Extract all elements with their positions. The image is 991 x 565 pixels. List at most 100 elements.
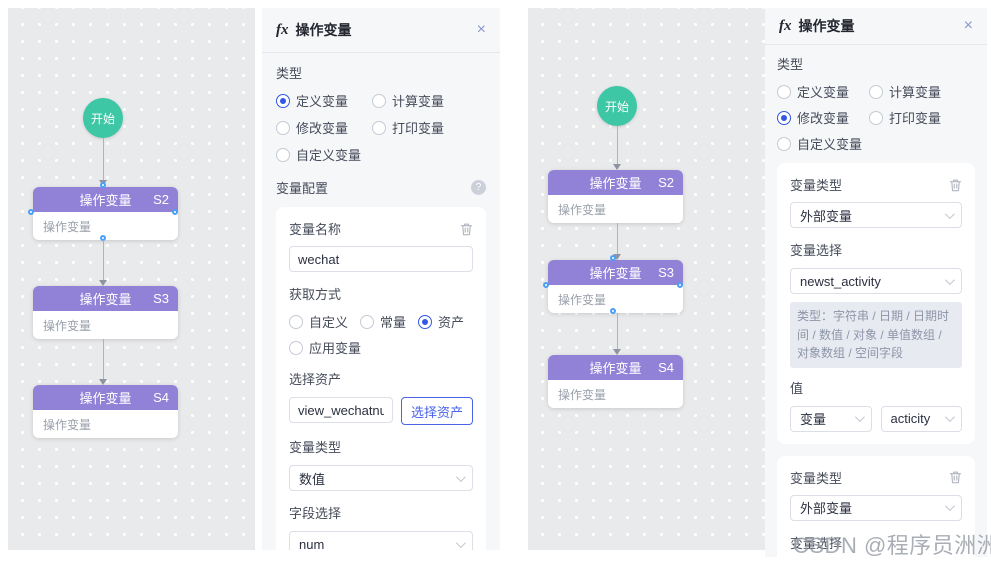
vartype-label: 变量类型 [289,437,473,456]
flow-node-subtitle: 操作变量 [33,311,178,339]
port-bottom[interactable] [610,308,616,314]
csdn-watermark: CSDN @程序员洲洲 [793,528,991,560]
fx-icon: fx [276,22,289,39]
type-radio-group: 定义变量 计算变量 修改变量 打印变量 自定义变量 [276,91,486,164]
variable-name-input[interactable] [289,246,473,272]
radio-label: 打印变量 [889,108,941,127]
radio-icon [777,111,791,125]
radio-label: 定义变量 [296,91,348,110]
flow-node-s4[interactable]: 操作变量 S4 操作变量 [33,385,178,438]
vartype-select[interactable]: 外部变量 [790,495,962,521]
radio-label: 自定义变量 [296,145,361,164]
port-left[interactable] [543,282,549,288]
radio-print-variable[interactable]: 打印变量 [372,118,486,137]
radio-asset[interactable]: 资产 [418,312,464,331]
flow-node-s2[interactable]: 操作变量 S2 操作变量 [548,170,683,223]
section-label: 变量配置 [276,178,328,197]
flow-edge [617,223,618,254]
radio-icon [289,315,303,329]
radio-icon [289,341,303,355]
flow-edge [103,339,104,379]
flow-node-tag: S3 [153,286,169,311]
radio-custom-variable[interactable]: 自定义变量 [777,134,869,153]
flow-node-header: 操作变量 S3 [548,260,683,285]
help-icon[interactable]: ? [471,180,486,195]
start-node[interactable]: 开始 [83,98,123,138]
flow-node-tag: S2 [658,170,674,195]
flow-node-tag: S4 [658,355,674,380]
flow-node-header: 操作变量 S2 [33,187,178,212]
radio-icon [869,111,883,125]
radio-app-variable[interactable]: 应用变量 [289,338,473,357]
start-node-label: 开始 [91,110,115,127]
value-kind-select[interactable]: 变量 [790,406,872,432]
port-right[interactable] [172,209,178,215]
radio-custom[interactable]: 自定义 [289,312,348,331]
radio-icon [276,148,290,162]
select-asset-button[interactable]: 选择资产 [401,397,473,425]
variable-config-card: 变量名称 获取方式 自定义 [276,207,486,550]
trash-icon[interactable] [949,178,962,192]
select-value: newst_activity [800,274,945,289]
radio-modify-variable[interactable]: 修改变量 [276,118,372,137]
asset-input[interactable] [289,397,393,423]
chevron-down-icon [456,472,466,482]
flow-canvas-right[interactable]: 开始 操作变量 S2 操作变量 操作变量 S3 操作变量 [528,8,765,550]
close-icon[interactable]: × [964,18,973,34]
flow-node-s4[interactable]: 操作变量 S4 操作变量 [548,355,683,408]
type-label: 类型 [276,63,486,82]
panel-header: fx 操作变量 × [262,8,500,52]
flow-node-s3[interactable]: 操作变量 S3 操作变量 [548,260,683,313]
vartype-label: 变量类型 [790,468,842,487]
radio-label: 定义变量 [797,82,849,101]
flow-node-s2[interactable]: 操作变量 S2 操作变量 [33,187,178,240]
radio-label: 常量 [380,312,406,331]
method-label: 获取方式 [289,284,473,303]
vartype-select[interactable]: 外部变量 [790,202,962,228]
radio-label: 修改变量 [797,108,849,127]
radio-define-variable[interactable]: 定义变量 [777,82,869,101]
radio-constant[interactable]: 常量 [360,312,406,331]
panel-title: 操作变量 [799,16,964,36]
radio-label: 自定义 [309,312,348,331]
flow-node-s3[interactable]: 操作变量 S3 操作变量 [33,286,178,339]
trash-icon[interactable] [949,470,962,484]
close-icon[interactable]: × [477,22,486,38]
radio-label: 计算变量 [392,91,444,110]
radio-icon [276,121,290,135]
select-value: 数值 [299,469,456,488]
chevron-down-icon [945,275,955,285]
radio-label: 修改变量 [296,118,348,137]
flow-edge [617,313,618,349]
flow-canvas-left[interactable]: 开始 操作变量 S2 操作变量 操作变量 S3 操作变量 [8,8,255,550]
flow-node-title: 操作变量 [79,388,131,407]
radio-custom-variable[interactable]: 自定义变量 [276,145,372,164]
flow-node-header: 操作变量 S3 [33,286,178,311]
value-variable-select[interactable]: acticity [881,406,963,432]
port-left[interactable] [28,209,34,215]
radio-icon [777,137,791,151]
radio-print-variable[interactable]: 打印变量 [869,108,975,127]
variable-select[interactable]: newst_activity [790,268,962,294]
radio-define-variable[interactable]: 定义变量 [276,91,372,110]
value-label: 值 [790,378,962,397]
select-value: acticity [891,411,946,426]
radio-icon [777,85,791,99]
fx-icon: fx [779,18,792,35]
port-right[interactable] [677,282,683,288]
radio-icon [276,94,290,108]
type-label: 类型 [777,54,975,73]
start-node[interactable]: 开始 [597,86,637,126]
radio-modify-variable[interactable]: 修改变量 [777,108,869,127]
radio-compute-variable[interactable]: 计算变量 [372,91,486,110]
radio-compute-variable[interactable]: 计算变量 [869,82,975,101]
panel-header: fx 操作变量 × [765,8,987,44]
port-top[interactable] [100,182,106,188]
field-select[interactable]: num [289,531,473,550]
trash-icon[interactable] [460,222,473,236]
radio-icon [418,315,432,329]
port-top[interactable] [610,255,616,261]
page: 开始 操作变量 S2 操作变量 操作变量 S3 操作变量 [0,0,991,565]
modify-variable-card-1: 变量类型 外部变量 变量选择 newst_ac [777,163,975,444]
vartype-select[interactable]: 数值 [289,465,473,491]
